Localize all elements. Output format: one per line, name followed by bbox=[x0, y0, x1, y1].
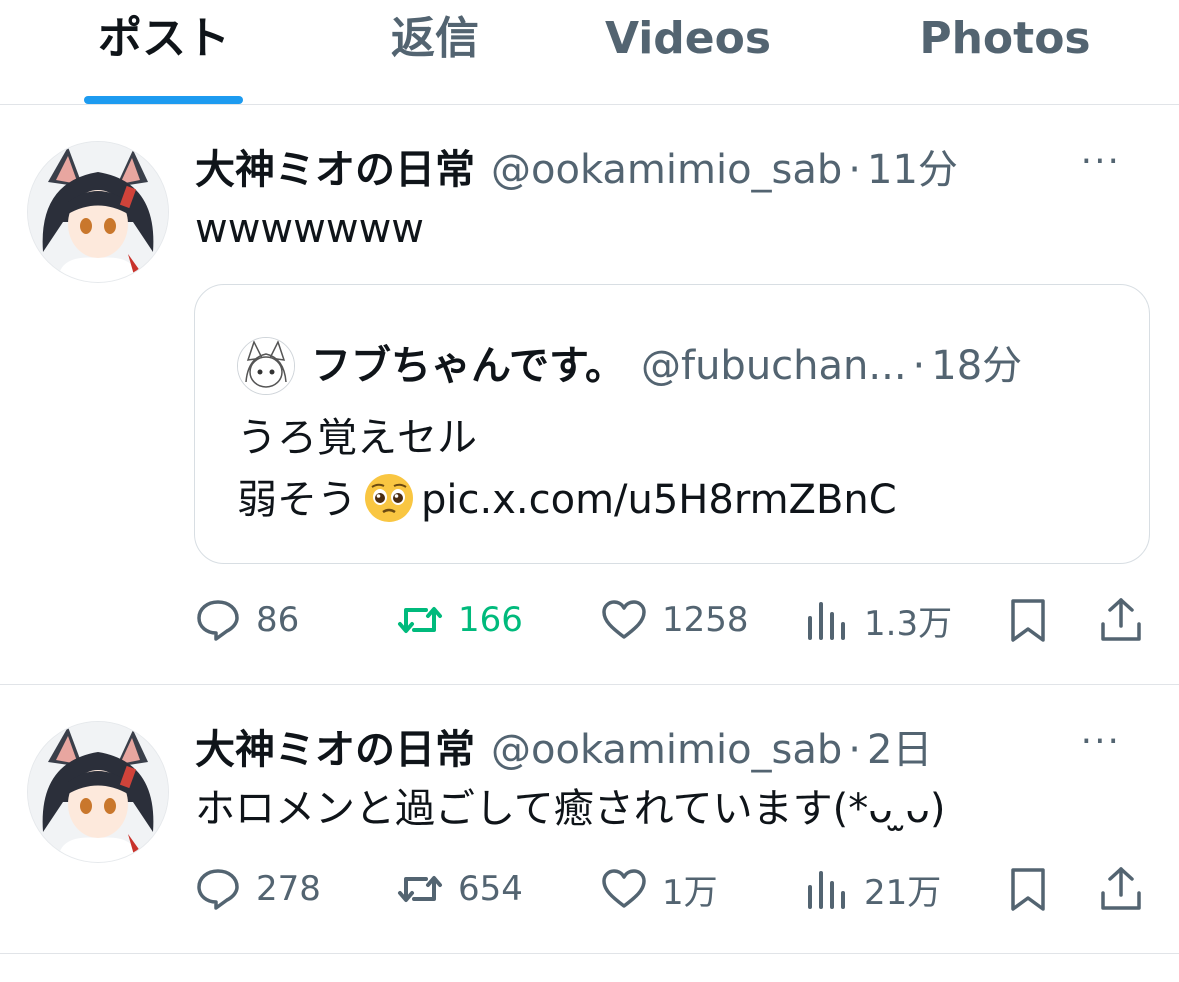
avatar[interactable] bbox=[27, 141, 169, 283]
avatar[interactable] bbox=[27, 721, 169, 863]
bookmark-button[interactable] bbox=[1004, 859, 1052, 919]
tab-videos-label: Videos bbox=[604, 13, 772, 64]
quoted-username: @fubuchan... bbox=[641, 343, 907, 389]
pleading-face-emoji-icon bbox=[365, 474, 413, 522]
tab-photos-label: Photos bbox=[919, 13, 1091, 64]
reply-count: 86 bbox=[256, 600, 300, 640]
views-button[interactable]: 21万 bbox=[802, 859, 941, 919]
analytics-icon bbox=[808, 871, 845, 909]
post[interactable]: 大神ミオの日常 @ookamimio_sab · 2日 ··· ホロメンと過ごし… bbox=[0, 685, 1179, 954]
active-tab-indicator bbox=[84, 96, 243, 104]
reply-icon bbox=[197, 600, 239, 641]
display-name[interactable]: 大神ミオの日常 bbox=[195, 137, 475, 195]
tab-photos[interactable]: Photos bbox=[915, 0, 1095, 104]
quoted-avatar bbox=[237, 337, 295, 395]
post[interactable]: 大神ミオの日常 @ookamimio_sab · 11分 ··· wwwwwww… bbox=[0, 105, 1179, 685]
reply-count: 278 bbox=[256, 869, 321, 909]
quoted-text-prefix: 弱そう bbox=[237, 477, 357, 523]
avatar-illustration bbox=[28, 142, 168, 282]
reply-icon bbox=[197, 869, 239, 910]
timestamp[interactable]: 11分 bbox=[867, 137, 958, 195]
tab-replies-label: 返信 bbox=[391, 13, 479, 64]
tab-replies[interactable]: 返信 bbox=[360, 0, 510, 104]
repost-count: 654 bbox=[458, 869, 523, 909]
quoted-post-text: うろ覚えセル 弱そう pic.x.com/u5H8rmZBnC bbox=[237, 407, 897, 531]
display-name[interactable]: 大神ミオの日常 bbox=[195, 717, 475, 775]
heart-icon bbox=[602, 600, 646, 639]
bookmark-button[interactable] bbox=[1004, 590, 1052, 650]
like-button[interactable]: 1万 bbox=[600, 859, 718, 919]
separator-dot: · bbox=[912, 343, 926, 389]
heart-icon bbox=[602, 869, 646, 908]
more-options-icon[interactable]: ··· bbox=[1081, 721, 1121, 762]
quoted-text-line-2: 弱そう pic.x.com/u5H8rmZBnC bbox=[237, 469, 897, 531]
views-button[interactable]: 1.3万 bbox=[802, 590, 952, 650]
share-icon bbox=[1101, 867, 1141, 910]
quoted-post-header: フブちゃんです。 @fubuchan... · 18分 bbox=[311, 333, 1022, 391]
quoted-timestamp: 18分 bbox=[931, 343, 1023, 389]
bookmark-icon bbox=[1011, 868, 1045, 911]
repost-count: 166 bbox=[458, 600, 523, 640]
post-header: 大神ミオの日常 @ookamimio_sab · 11分 bbox=[195, 137, 958, 195]
repost-icon bbox=[398, 876, 442, 902]
tab-posts[interactable]: ポスト bbox=[84, 0, 244, 104]
separator-dot: · bbox=[848, 727, 862, 773]
quoted-display-name: フブちゃんです。 bbox=[311, 343, 625, 389]
view-count: 1.3万 bbox=[864, 603, 953, 644]
post-header: 大神ミオの日常 @ookamimio_sab · 2日 bbox=[195, 717, 932, 775]
repost-icon bbox=[398, 607, 442, 633]
repost-button[interactable]: 654 bbox=[396, 859, 523, 919]
avatar-illustration bbox=[28, 722, 168, 862]
view-count: 21万 bbox=[864, 872, 942, 913]
separator-dot: · bbox=[848, 147, 862, 193]
reply-button[interactable]: 86 bbox=[194, 590, 299, 650]
quoted-text-line-1: うろ覚えセル bbox=[237, 415, 477, 461]
bookmark-icon bbox=[1011, 599, 1045, 642]
share-icon bbox=[1101, 598, 1141, 641]
quoted-avatar-illustration bbox=[238, 338, 294, 394]
post-text: ホロメンと過ごして癒されています(*ᴗ ̫ᴗ) bbox=[195, 786, 946, 832]
timestamp[interactable]: 2日 bbox=[867, 717, 932, 775]
reply-button[interactable]: 278 bbox=[194, 859, 321, 919]
analytics-icon bbox=[808, 602, 845, 640]
more-options-icon[interactable]: ··· bbox=[1081, 141, 1121, 182]
tab-videos[interactable]: Videos bbox=[598, 0, 778, 104]
like-count: 1万 bbox=[662, 872, 718, 913]
like-button[interactable]: 1258 bbox=[600, 590, 749, 650]
like-count: 1258 bbox=[662, 600, 749, 640]
quoted-post[interactable]: フブちゃんです。 @fubuchan... · 18分 うろ覚えセル 弱そう p… bbox=[194, 284, 1150, 564]
post-text: wwwwwww bbox=[195, 206, 425, 252]
username[interactable]: @ookamimio_sab bbox=[491, 147, 842, 193]
share-button[interactable] bbox=[1097, 859, 1145, 919]
username[interactable]: @ookamimio_sab bbox=[491, 727, 842, 773]
pic-link[interactable]: pic.x.com/u5H8rmZBnC bbox=[421, 477, 897, 523]
profile-tab-bar: ポスト 返信 Videos Photos bbox=[0, 0, 1179, 105]
tab-posts-label: ポスト bbox=[98, 13, 230, 64]
share-button[interactable] bbox=[1097, 590, 1145, 650]
repost-button[interactable]: 166 bbox=[396, 590, 523, 650]
post-actions: 278 654 1万 21万 bbox=[0, 859, 1179, 919]
post-actions: 86 166 1258 1.3万 bbox=[0, 590, 1179, 650]
